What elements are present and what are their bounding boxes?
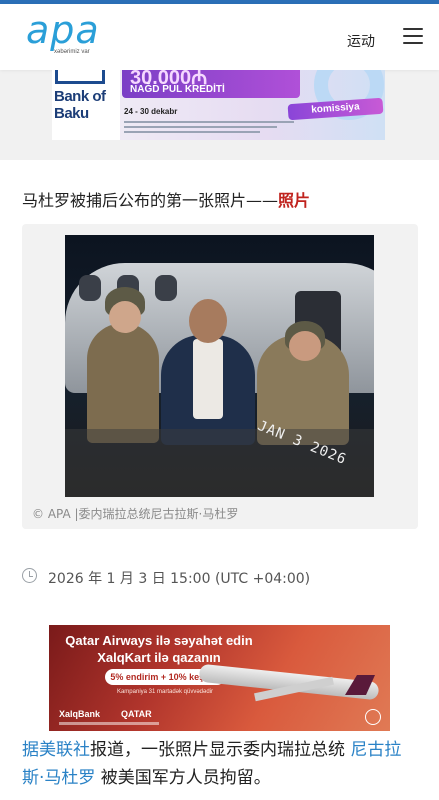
article-card: 马杜罗被捕后公布的第一张照片——照片 JAN 3 2026 © APA |委内瑞… (0, 160, 439, 800)
nav-sports-link[interactable]: 运动 (347, 31, 375, 51)
source-link[interactable]: 据美联社 (22, 740, 90, 760)
ad-fine-print (124, 121, 294, 137)
ad-loan-box: 30.000₼ NAĞD PUL KREDİTİ (122, 70, 300, 98)
ad2-badge-icon (365, 709, 381, 725)
article-photo[interactable]: JAN 3 2026 (65, 235, 374, 497)
ad2-xalqbank-logo: XalqBank (59, 709, 101, 719)
ad-dates: 24 - 30 dekabr (124, 107, 178, 116)
ad2-headline-1: Qatar Airways ilə səyahət edin (65, 633, 253, 648)
bank-of-baku-ad-banner[interactable]: Bank of Baku 30.000₼ NAĞD PUL KREDİTİ 24… (52, 70, 385, 140)
article-title: 马杜罗被捕后公布的第一张照片——照片 (22, 191, 311, 210)
article-title-highlight[interactable]: 照片 (278, 191, 310, 210)
logo-text: apa (26, 8, 100, 52)
ad2-qatar-logo: QATAR (121, 709, 152, 719)
ad-loan-product: NAĞD PUL KREDİTİ (130, 84, 225, 95)
bank-logo-icon (55, 70, 105, 84)
photo-caption: © APA |委内瑞拉总统尼古拉斯·马杜罗 (32, 507, 239, 521)
article-body-paragraph: 据美联社报道，一张照片显示委内瑞拉总统 尼古拉斯·马杜罗 被美国军方人员拘留。 (22, 740, 402, 788)
logo-tagline: xəbərimiz var (54, 49, 90, 55)
photo-caption-bar: © APA |委内瑞拉总统尼古拉斯·马杜罗 (22, 499, 418, 529)
site-header: apa xəbərimiz var 运动 (0, 4, 439, 70)
photo-soldier-left (87, 323, 159, 443)
photo-monitor-frame (65, 429, 374, 497)
ad2-headline-2: XalqKart ilə qazanın (97, 650, 221, 665)
ad2-fine-print (59, 722, 159, 725)
apa-logo[interactable]: apa xəbərimiz var (26, 8, 106, 62)
clock-icon (22, 568, 37, 583)
ad2-campaign-note: Kampaniya 31 martadək qüvvədədir (116, 689, 214, 695)
ad-bank-name: Bank of Baku (54, 88, 106, 122)
qatar-airways-ad-banner[interactable]: Qatar Airways ilə səyahət edin XalqKart … (49, 625, 390, 731)
menu-icon[interactable] (403, 28, 423, 44)
article-date: 2026 年 1 月 3 日 15:00 (UTC +04:00) (48, 571, 311, 587)
